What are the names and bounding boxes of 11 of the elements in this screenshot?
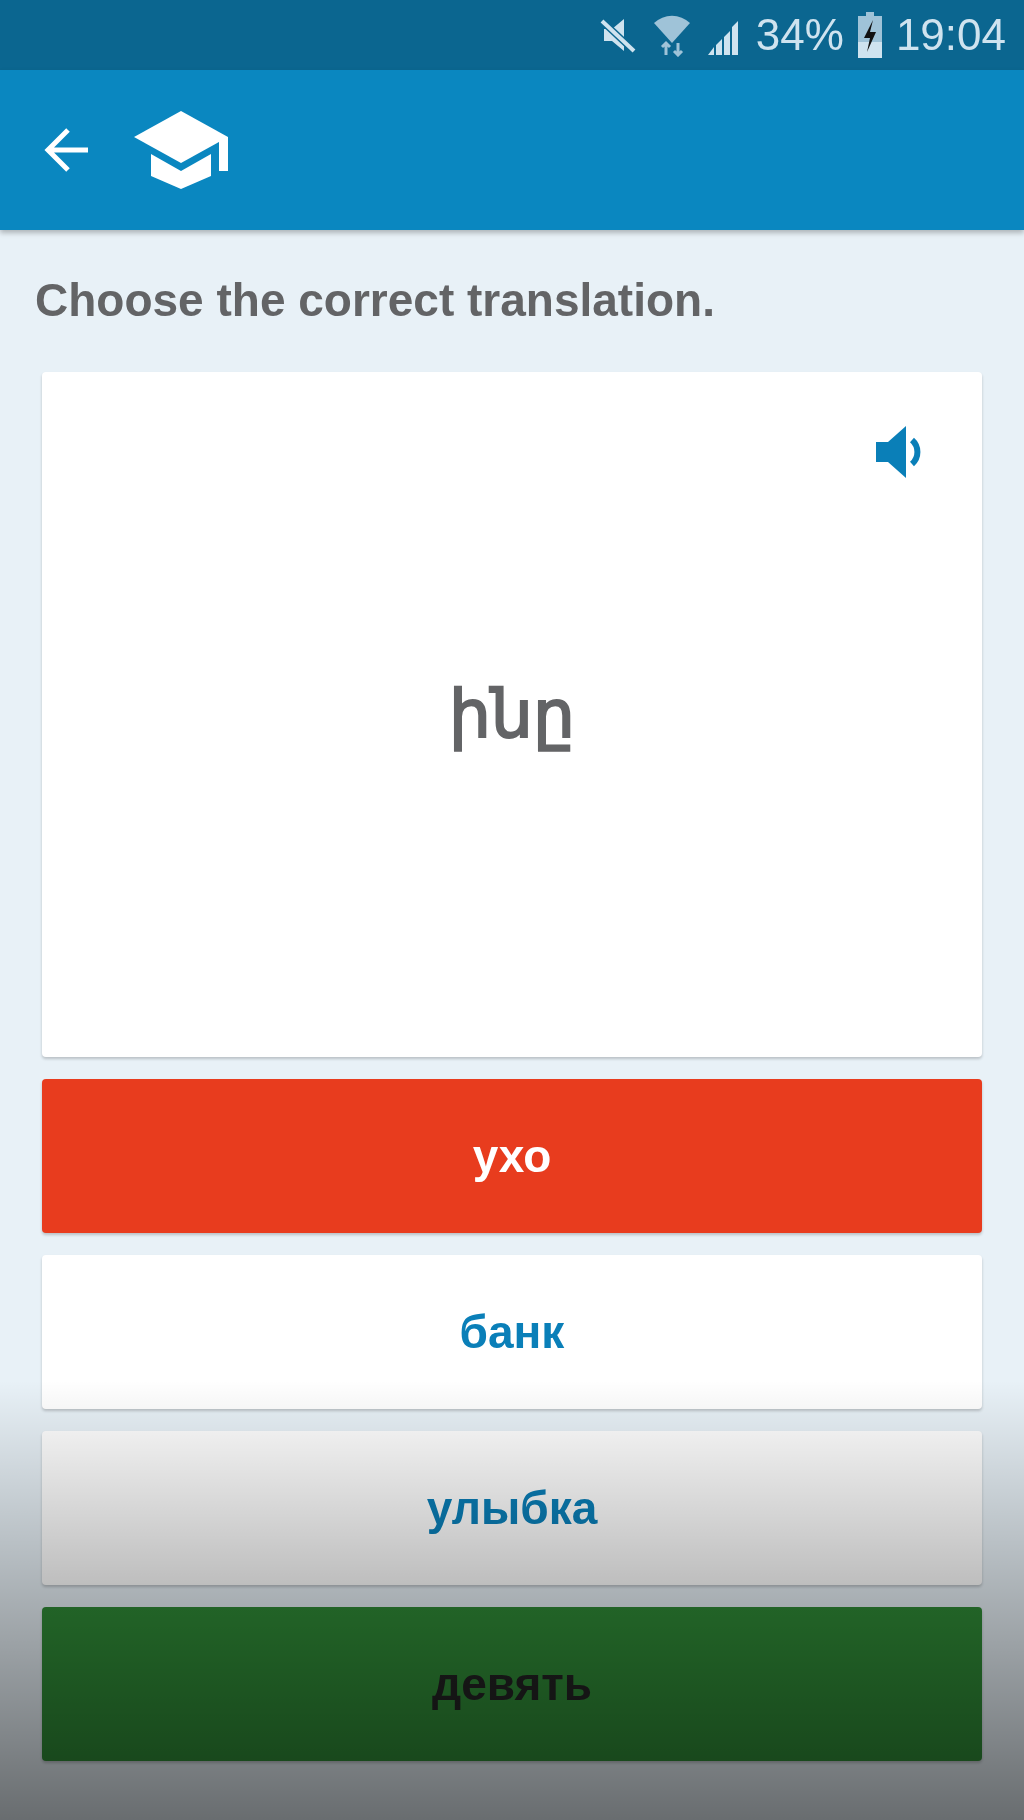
battery-percent: 34% — [755, 13, 844, 57]
answer-option[interactable]: банк — [42, 1255, 982, 1409]
word-text: ինը — [449, 676, 575, 753]
clock: 19:04 — [895, 13, 1006, 57]
answer-option[interactable]: ухо — [42, 1079, 982, 1233]
answer-option[interactable]: улыбка — [42, 1431, 982, 1585]
graduation-cap-icon — [134, 111, 230, 189]
wifi-icon — [651, 13, 692, 57]
back-arrow-icon[interactable] — [44, 128, 90, 172]
instruction-text: Choose the correct translation. — [35, 273, 716, 328]
battery-charging-icon — [857, 12, 882, 58]
